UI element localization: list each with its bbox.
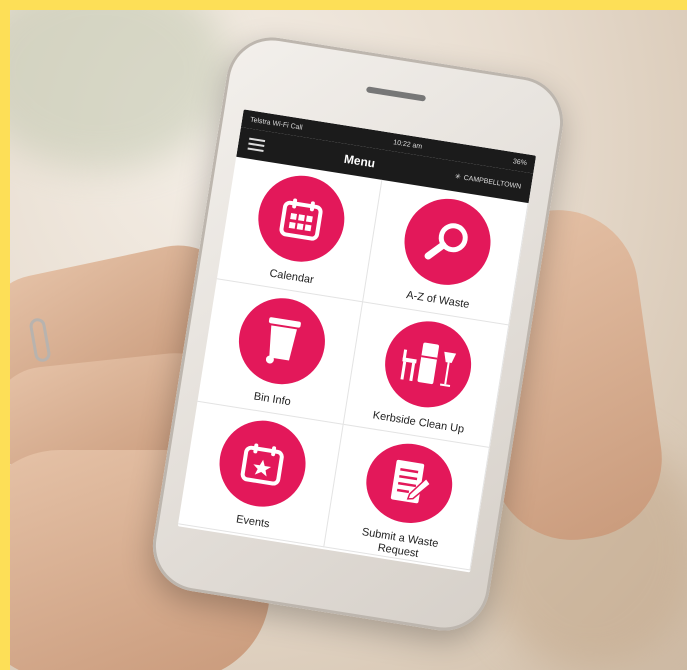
page-title: Menu (343, 151, 377, 171)
tile-a-z-of-waste[interactable]: A-Z of Waste (363, 179, 529, 326)
tile-bin-info[interactable]: Bin Info (197, 279, 364, 425)
brand-name: CAMPBELLTOWN (463, 174, 522, 191)
photo-background: Telstra Wi-Fi Call 10:22 am 36% Menu ✳ C… (10, 10, 687, 670)
tile-label: Submit a Waste Request (361, 525, 440, 560)
magnifier-icon (397, 192, 497, 291)
starburst-icon: ✳ (454, 173, 462, 182)
calendar-icon (251, 169, 351, 268)
tile-events[interactable]: Events (178, 401, 344, 548)
event-calendar-star-icon (212, 414, 312, 513)
tile-label: Events (235, 513, 271, 531)
brand-logo: ✳ CAMPBELLTOWN (454, 172, 521, 190)
tile-submit-a-waste-request[interactable]: Submit a Waste Request (324, 424, 490, 571)
tile-calendar[interactable]: Calendar (216, 156, 383, 303)
battery-text: 36% (512, 157, 528, 167)
background-plant-blur (10, 10, 230, 170)
hamburger-menu-icon[interactable] (247, 137, 266, 152)
document-pen-icon (360, 437, 458, 529)
phone-speaker (365, 86, 427, 102)
furniture-icon (378, 315, 477, 414)
menu-grid: Calendar A-Z of Waste Bin Info Kerbside … (178, 156, 529, 571)
wheelie-bin-icon (232, 291, 331, 391)
time-text: 10:22 am (392, 138, 423, 151)
app-screen: Telstra Wi-Fi Call 10:22 am 36% Menu ✳ C… (177, 109, 537, 573)
tile-kerbside-clean-up[interactable]: Kerbside Clean Up (343, 302, 510, 449)
